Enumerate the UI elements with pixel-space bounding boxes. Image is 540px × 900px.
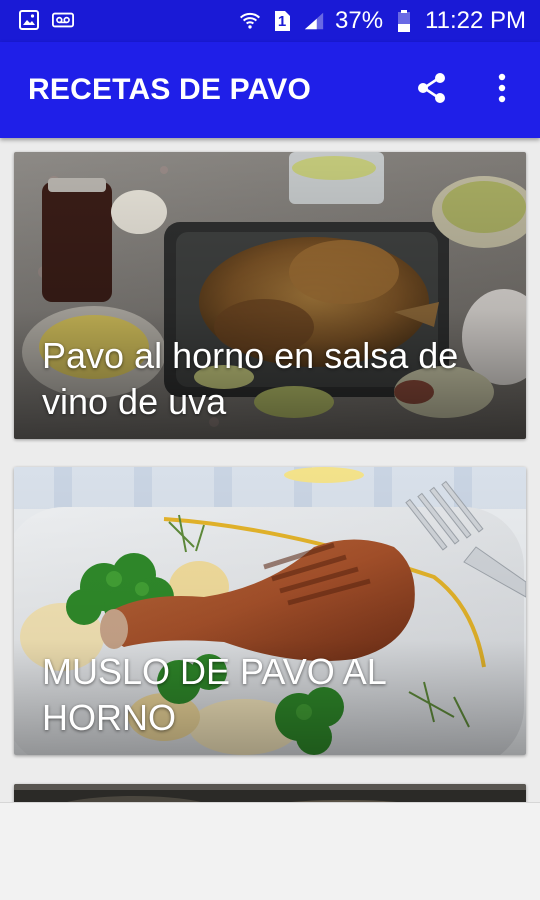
- recipe-list[interactable]: Pavo al horno en salsa de vino de uva MU…: [0, 138, 540, 802]
- overflow-menu-button[interactable]: [478, 66, 526, 114]
- sim-icon: 1: [271, 10, 293, 32]
- battery-icon: [393, 10, 415, 32]
- signal-icon: [303, 10, 325, 32]
- app-title: RECETAS DE PAVO: [28, 73, 312, 106]
- status-bar: 1 37% 11:22 PM: [0, 0, 540, 42]
- app-bar: RECETAS DE PAVO: [0, 42, 540, 138]
- recipe-card[interactable]: Pavo al horno en salsa de vino de uva: [14, 152, 526, 439]
- recipe-title: MUSLO DE PAVO AL HORNO: [42, 651, 386, 738]
- share-icon: [415, 71, 449, 110]
- recipe-image: [14, 784, 526, 802]
- battery-percent: 37%: [335, 7, 384, 34]
- share-button[interactable]: [408, 66, 456, 114]
- recipe-title: Pavo al horno en salsa de vino de uva: [42, 335, 459, 422]
- wifi-icon: [239, 10, 261, 32]
- recipe-card[interactable]: MUSLO DE PAVO AL HORNO: [14, 467, 526, 755]
- voicemail-icon: [52, 9, 74, 31]
- recipe-card[interactable]: [14, 784, 526, 802]
- image-icon: [18, 9, 40, 31]
- clock: 11:22 PM: [425, 7, 526, 34]
- screen: 1 37% 11:22 PM RECETAS DE PAVO Pavo al h…: [0, 0, 540, 900]
- sim-slot-label: 1: [277, 13, 287, 30]
- more-vert-icon: [496, 72, 508, 109]
- bottom-panel: [0, 802, 540, 900]
